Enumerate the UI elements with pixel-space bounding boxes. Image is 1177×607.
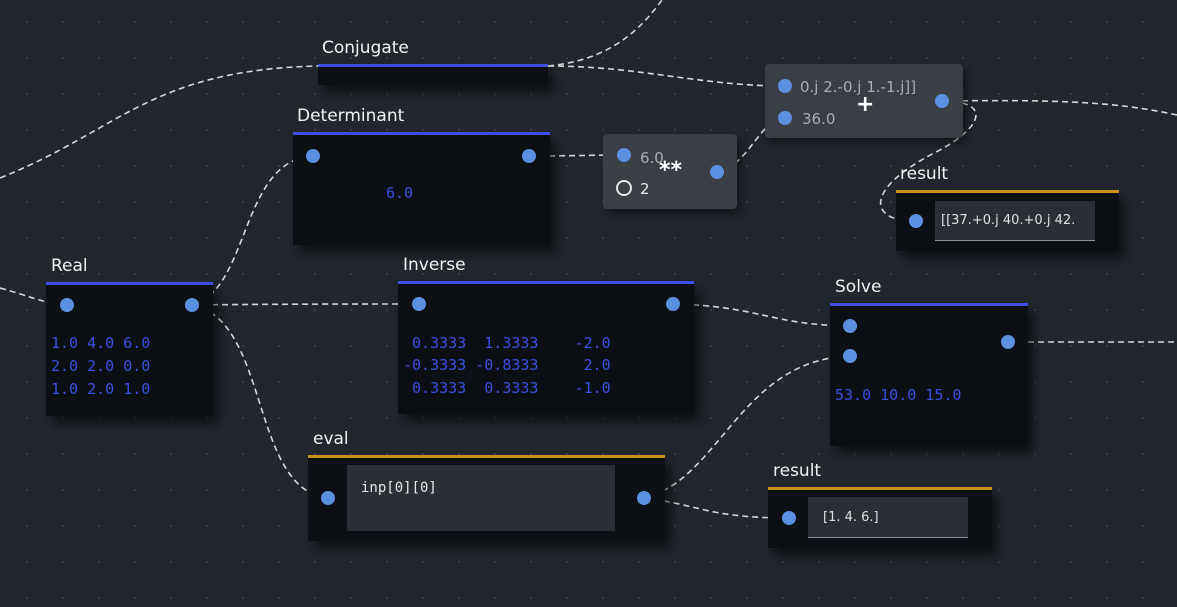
input-port-a[interactable] [617, 148, 631, 162]
code-editor[interactable]: inp[0][0] [347, 465, 615, 531]
wire-real-to-inverse [191, 303, 420, 306]
node-body [830, 303, 1028, 446]
node-body [293, 132, 550, 245]
output-port[interactable] [1001, 335, 1015, 349]
input-port[interactable] [412, 297, 426, 311]
matrix-row: 1.0 4.0 6.0 [51, 334, 151, 352]
determinant-value: 6.0 [386, 184, 414, 202]
wire-conjugate-to-add [547, 65, 786, 87]
node-title: Conjugate [322, 38, 409, 58]
wire-add-out-right [941, 99, 1177, 116]
matrix-row: 0.3333 1.3333 -2.0 [403, 334, 611, 352]
output-port[interactable] [522, 149, 536, 163]
wire-conjugate-out-top [547, 0, 663, 67]
result-value-field[interactable]: [[37.+0.j 40.+0.j 42. [935, 201, 1095, 241]
node-title: Real [51, 256, 88, 276]
output-port[interactable] [185, 298, 199, 312]
input-port[interactable] [782, 511, 796, 525]
matrix-row: -0.3333 -0.8333 2.0 [403, 356, 611, 374]
node-title: result [900, 164, 949, 184]
node-title: result [773, 461, 822, 481]
output-port[interactable] [637, 491, 651, 505]
input-port[interactable] [909, 214, 923, 228]
input-port-a[interactable] [778, 79, 792, 93]
matrix-row: 1.0 2.0 1.0 [51, 380, 151, 398]
output-port[interactable] [666, 297, 680, 311]
node-title: Solve [835, 277, 882, 297]
output-port[interactable] [935, 94, 949, 108]
matrix-row: 2.0 2.0 0.0 [51, 357, 151, 375]
result-value-field[interactable]: [1. 4. 6.] [808, 497, 968, 538]
input-port-b-unconnected[interactable] [616, 180, 632, 196]
input-port-b[interactable] [778, 111, 792, 125]
input-b-value: 36.0 [802, 110, 836, 128]
input-b-value[interactable]: 2 [640, 180, 650, 198]
input-port-b[interactable] [843, 349, 857, 363]
node-title: Inverse [403, 255, 466, 275]
input-port[interactable] [321, 491, 335, 505]
add-operator-symbol: + [856, 92, 875, 117]
power-operator-symbol: ** [659, 158, 683, 183]
matrix-row: 0.3333 0.3333 -1.0 [403, 379, 611, 397]
wire-inverse-to-solve [672, 303, 851, 327]
node-title: Determinant [297, 106, 405, 126]
input-port[interactable] [60, 298, 74, 312]
solve-value: 53.0 10.0 15.0 [835, 386, 962, 404]
wire-left-to-conjugate [0, 65, 319, 179]
input-port-a[interactable] [843, 319, 857, 333]
output-port[interactable] [710, 165, 724, 179]
input-port[interactable] [306, 149, 320, 163]
node-body [318, 64, 548, 85]
node-title: eval [313, 429, 349, 449]
